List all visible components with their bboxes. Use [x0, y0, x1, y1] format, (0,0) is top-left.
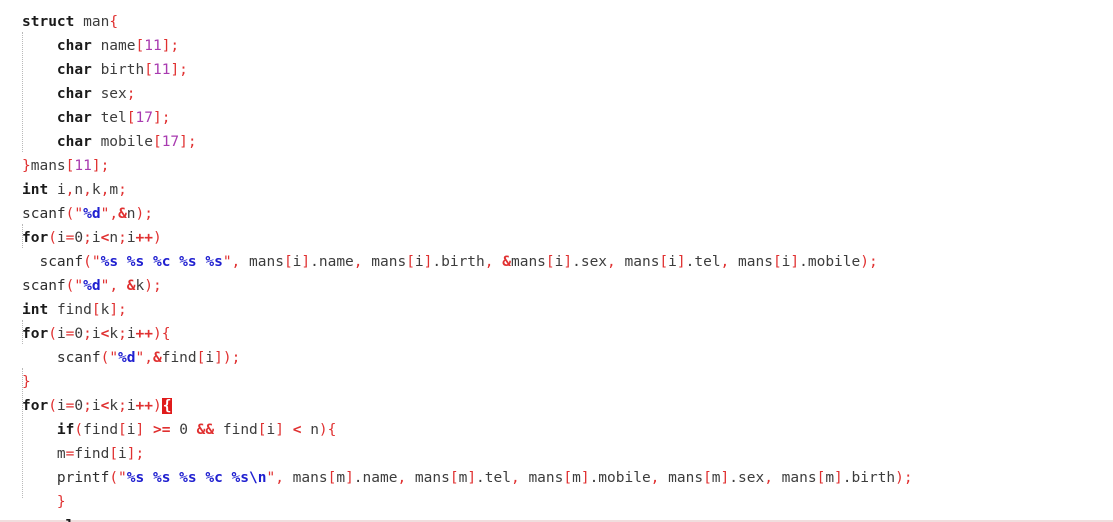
code-line-15[interactable]: scanf("%d",&find[i]); — [0, 346, 1113, 370]
field-mobile: mobile — [100, 134, 153, 150]
var-list: i,n,k,m — [56, 182, 119, 198]
field-birth: birth — [100, 62, 145, 78]
array-size: 17 — [161, 134, 180, 150]
keyword-int: int — [22, 302, 49, 318]
code-line-22[interactable]: else — [0, 514, 1113, 522]
brace-close: } — [22, 374, 31, 390]
call-scanf: scanf — [22, 278, 66, 294]
brace-close: } — [22, 158, 31, 174]
code-line-8[interactable]: int i,n,k,m; — [0, 178, 1113, 202]
address-of: & — [118, 206, 127, 222]
field-sex: sex — [100, 86, 127, 102]
keyword-char: char — [56, 134, 92, 150]
code-editor[interactable]: struct man{ char name[11]; char birth[11… — [0, 0, 1113, 522]
code-line-5[interactable]: char tel[17]; — [0, 106, 1113, 130]
array-size: 17 — [135, 110, 153, 126]
code-line-18[interactable]: if(find[i] >= 0 && find[i] < n){ — [0, 418, 1113, 442]
keyword-if: if — [56, 422, 75, 438]
call-printf: printf — [56, 470, 110, 486]
brace-open: { — [109, 14, 119, 30]
keyword-for: for — [22, 326, 49, 342]
keyword-for: for — [22, 398, 49, 414]
keyword-struct: struct — [22, 14, 75, 30]
code-line-19[interactable]: m=find[i]; — [0, 442, 1113, 466]
field-tel: tel — [100, 110, 127, 126]
matched-brace-highlight: { — [161, 398, 173, 414]
var-mans: mans — [30, 158, 66, 174]
operator-gte: >= — [152, 422, 171, 438]
code-line-13[interactable]: int find[k]; — [0, 298, 1113, 322]
format-specifier: %d — [83, 206, 101, 222]
keyword-char: char — [56, 110, 92, 126]
code-line-4[interactable]: char sex; — [0, 82, 1113, 106]
call-scanf: scanf — [39, 254, 84, 270]
code-line-12[interactable]: scanf("%d", &k); — [0, 274, 1113, 298]
code-line-21[interactable]: } — [0, 490, 1113, 514]
code-line-3[interactable]: char birth[11]; — [0, 58, 1113, 82]
operator-and: && — [196, 422, 215, 438]
code-line-20[interactable]: printf("%s %s %s %c %s\n", mans[m].name,… — [0, 466, 1113, 490]
code-line-10[interactable]: for(i=0;i<n;i++) — [0, 226, 1113, 250]
array-size: 11 — [74, 158, 92, 174]
array-size: 11 — [152, 62, 171, 78]
code-line-6[interactable]: char mobile[17]; — [0, 130, 1113, 154]
code-line-16[interactable]: } — [0, 370, 1113, 394]
keyword-for: for — [22, 230, 49, 246]
code-lines-container[interactable]: struct man{ char name[11]; char birth[11… — [0, 10, 1113, 522]
keyword-char: char — [56, 86, 92, 102]
keyword-char: char — [56, 38, 92, 54]
code-line-7[interactable]: }mans[11]; — [0, 154, 1113, 178]
code-line-11[interactable]: scanf("%s %s %c %s %s", mans[i].name, ma… — [0, 250, 1113, 274]
array-size: 11 — [144, 38, 162, 54]
code-line-14[interactable]: for(i=0;i<k;i++){ — [0, 322, 1113, 346]
code-line-1[interactable]: struct man{ — [0, 10, 1113, 34]
keyword-char: char — [56, 62, 92, 78]
brace-close: } — [56, 494, 66, 510]
keyword-else: else — [57, 518, 92, 522]
code-line-9[interactable]: scanf("%d",&n); — [0, 202, 1113, 226]
call-scanf: scanf — [22, 206, 66, 222]
call-scanf: scanf — [56, 350, 101, 366]
literal-zero: 0 — [74, 230, 84, 246]
type-name-man: man — [83, 14, 110, 30]
var-find: find — [56, 302, 92, 318]
field-name: name — [100, 38, 136, 54]
code-line-17[interactable]: for(i=0;i<k;i++){ — [0, 394, 1113, 418]
keyword-int: int — [22, 182, 49, 198]
code-line-2[interactable]: char name[11]; — [0, 34, 1113, 58]
